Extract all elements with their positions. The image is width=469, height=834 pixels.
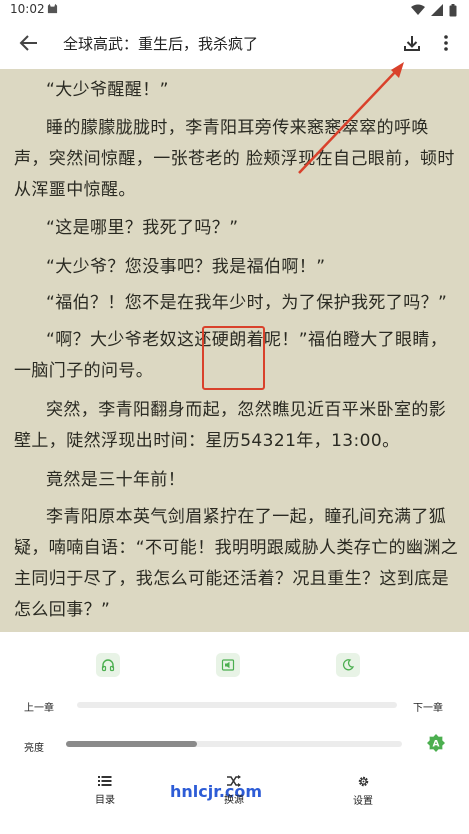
toc-label: 目录 xyxy=(95,795,115,806)
paragraph: 李青阳原本英气剑眉紧拧在了一起，瞳孔间充满了狐疑，喃喃自语：“不可能！我明明跟威… xyxy=(14,507,459,620)
speaker-icon xyxy=(221,659,235,671)
download-icon[interactable] xyxy=(402,33,422,53)
listen-button[interactable] xyxy=(96,653,120,677)
settings-label: 设置 xyxy=(353,796,373,807)
shuffle-icon xyxy=(227,775,241,787)
status-time: 10:02 xyxy=(10,2,45,16)
wifi-icon xyxy=(411,4,425,15)
toc-button[interactable]: 目录 xyxy=(75,775,135,806)
svg-text:A: A xyxy=(433,740,440,750)
headphones-icon xyxy=(101,659,115,672)
moon-icon xyxy=(342,659,355,671)
app-bar: 全球高武：重生后，我杀疯了 xyxy=(0,20,469,69)
paragraph: “这是哪里？我死了吗？” xyxy=(46,218,239,238)
status-bar: 10:02 xyxy=(0,0,469,20)
paragraph: “大少爷？您没事吧？我是福伯啊！” xyxy=(46,257,326,277)
read-aloud-button[interactable] xyxy=(216,653,240,677)
more-vert-icon[interactable] xyxy=(436,33,456,53)
book-title: 全球高武：重生后，我杀疯了 xyxy=(63,35,259,53)
brightness-slider-fill xyxy=(66,741,198,747)
notification-cat-icon xyxy=(47,3,58,14)
night-mode-button[interactable] xyxy=(336,653,360,677)
change-source-label: 换源 xyxy=(224,795,244,806)
paragraph: “大少爷醒醒！” xyxy=(46,80,169,100)
chapter-progress-slider[interactable] xyxy=(77,702,397,708)
reader-control-panel: hnlcjr.com 上一章 下一章 亮度 A 目录 换源 设置 xyxy=(0,632,469,834)
menu-list-icon xyxy=(98,776,112,786)
auto-brightness-icon[interactable]: A xyxy=(427,734,445,752)
brightness-slider[interactable] xyxy=(66,741,402,747)
annotation-highlight-box xyxy=(202,326,265,390)
change-source-button[interactable]: 换源 xyxy=(204,775,264,806)
brightness-label: 亮度 xyxy=(24,743,44,754)
signal-icon xyxy=(431,4,443,16)
status-icons xyxy=(411,3,457,17)
paragraph: 竟然是三十年前！ xyxy=(46,470,186,490)
settings-button[interactable]: 设置 xyxy=(333,775,393,807)
back-arrow-icon[interactable] xyxy=(18,32,40,54)
battery-icon xyxy=(449,3,457,16)
paragraph: 睡的朦朦胧胧时，李青阳耳旁传来窸窸窣窣的呼唤声，突然间惊醒，一张苍老的 脸颊浮现… xyxy=(14,118,455,200)
prev-chapter-button[interactable]: 上一章 xyxy=(24,699,54,714)
next-chapter-button[interactable]: 下一章 xyxy=(413,699,443,714)
paragraph: “福伯？！您不是在我年少时，为了保护我死了吗？” xyxy=(46,293,448,313)
paragraph: 突然，李青阳翻身而起，忽然瞧见近百平米卧室的影壁上，陡然浮现出时间：星历5432… xyxy=(14,400,447,451)
gear-icon xyxy=(358,776,368,787)
